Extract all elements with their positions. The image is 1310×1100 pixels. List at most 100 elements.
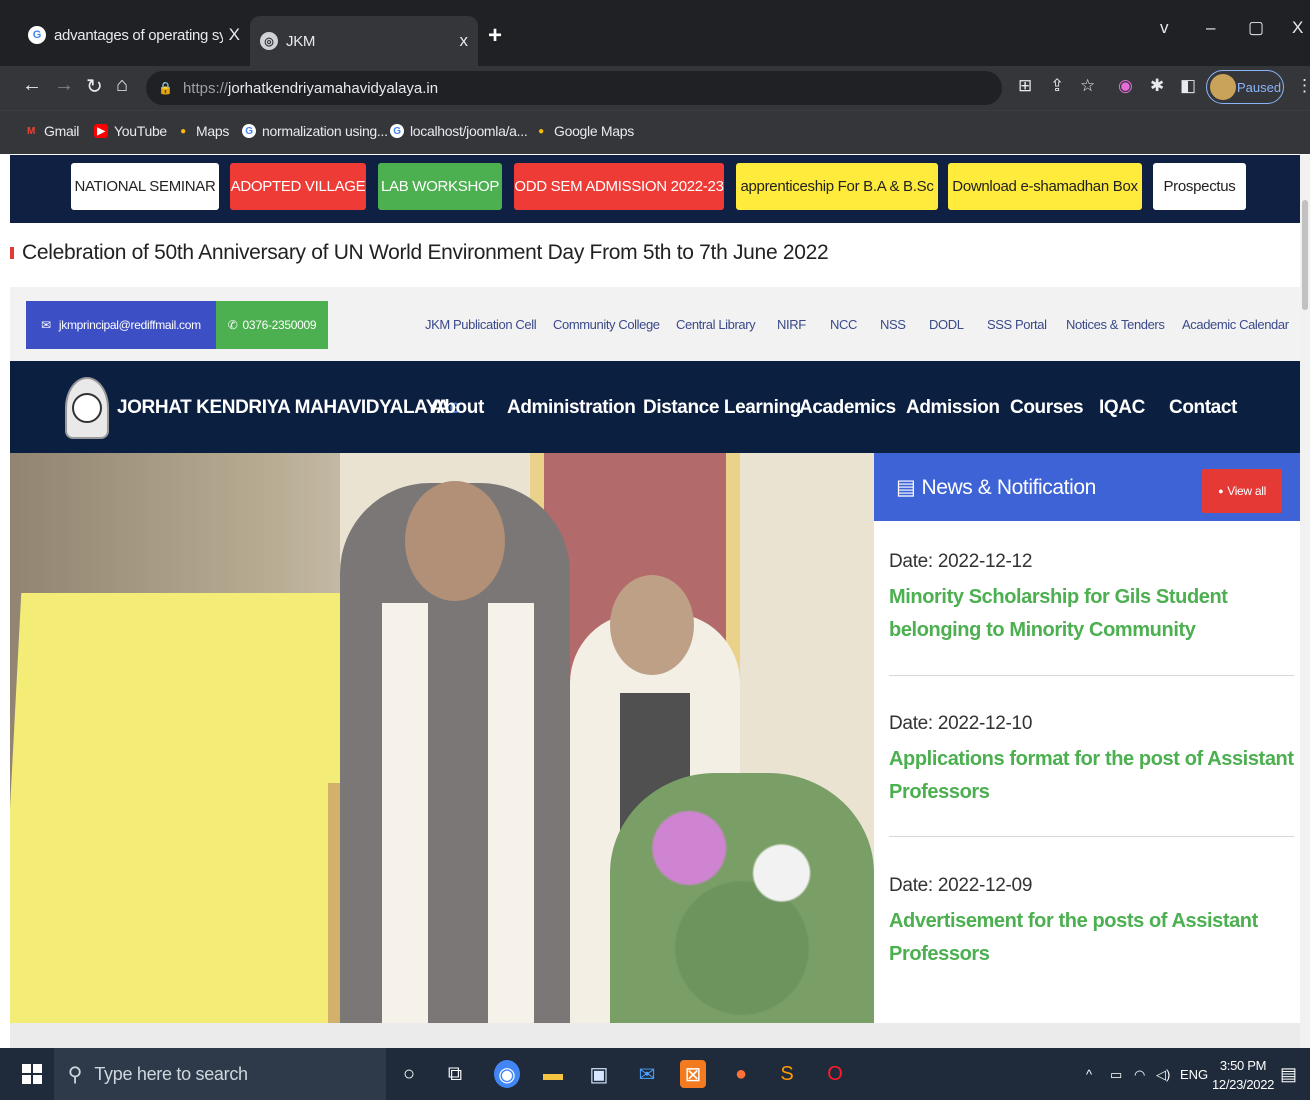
xampp-icon[interactable]: ⊠ <box>680 1060 706 1088</box>
link-central-library[interactable]: Central Library <box>676 317 756 332</box>
hero-overlay <box>10 453 874 1023</box>
profile-button[interactable]: Paused <box>1206 70 1284 104</box>
nav-administration[interactable]: Administration <box>507 397 636 419</box>
nav-iqac[interactable]: IQAC <box>1099 397 1145 419</box>
news-link[interactable]: Applications format for the post of Assi… <box>889 748 1294 803</box>
wifi-icon[interactable]: ◠ <box>1134 1067 1145 1083</box>
lock-icon: 🔒 <box>158 81 173 95</box>
translate-icon[interactable]: ⊞ <box>1018 76 1032 96</box>
tab-close-icon[interactable]: X <box>229 25 240 45</box>
bookmark-youtube[interactable]: ▶ YouTube <box>94 123 167 139</box>
opera-icon[interactable]: O <box>822 1060 848 1088</box>
national-seminar-button[interactable]: NATIONAL SEMINAR <box>71 163 219 210</box>
nav-academics[interactable]: Academics <box>799 397 896 419</box>
profile-status: Paused <box>1237 79 1282 95</box>
news-marquee: Celebration of 50th Anniversary of UN Wo… <box>10 223 1310 287</box>
close-window-button[interactable]: X <box>1292 18 1303 38</box>
menu-kebab-icon[interactable]: ⋮ <box>1296 76 1310 96</box>
news-divider <box>889 836 1294 837</box>
nav-admission[interactable]: Admission <box>906 397 1000 419</box>
nav-about[interactable]: About <box>431 397 484 419</box>
odd-sem-admission-button[interactable]: ODD SEM ADMISSION 2022-23 <box>514 163 724 210</box>
search-placeholder: Type here to search <box>94 1063 248 1084</box>
google-icon: G <box>28 26 46 44</box>
back-arrow-icon[interactable]: ← <box>22 74 42 97</box>
windows-taskbar: ⚲ Type here to search ○ ⧉ ◉ ▬ ▣ ✉ ⊠ ● S … <box>0 1048 1310 1100</box>
bookmark-google-maps[interactable]: ● Google Maps <box>534 123 634 139</box>
show-hidden-icons-icon[interactable]: ^ <box>1086 1067 1092 1082</box>
minimize-button[interactable]: – <box>1206 18 1215 38</box>
nav-distance-learning[interactable]: Distance Learning <box>643 397 801 419</box>
link-academic-calendar[interactable]: Academic Calendar <box>1182 317 1289 332</box>
tab-search-icon[interactable]: v <box>1160 18 1169 38</box>
tab-close-icon[interactable]: x <box>460 31 469 51</box>
news-link[interactable]: Advertisement for the posts of Assistant… <box>889 910 1258 965</box>
college-logo[interactable] <box>65 377 109 439</box>
nav-contact[interactable]: Contact <box>1169 397 1237 419</box>
marquee-text[interactable]: Celebration of 50th Anniversary of UN Wo… <box>22 241 829 265</box>
youtube-icon: ▶ <box>94 124 108 138</box>
cortana-icon[interactable]: ○ <box>396 1060 422 1088</box>
notification-center-icon[interactable]: ▤ <box>1280 1064 1297 1085</box>
mail-icon: ✉ <box>41 318 51 332</box>
link-nirf[interactable]: NIRF <box>777 317 806 332</box>
prospectus-button[interactable]: Prospectus <box>1153 163 1246 210</box>
extensions-puzzle-icon[interactable]: ✱ <box>1150 76 1164 96</box>
battery-icon[interactable]: ▭ <box>1110 1067 1122 1083</box>
bookmark-normalization[interactable]: Gnormalization using... <box>242 123 388 139</box>
bookmark-label: localhost/joomla/a... <box>410 123 528 139</box>
mail-icon[interactable]: ✉ <box>634 1060 660 1088</box>
taskbar-clock[interactable]: 3:50 PM 12/23/2022 <box>1212 1056 1274 1094</box>
restore-button[interactable]: ▢ <box>1248 18 1264 38</box>
bookmark-label: YouTube <box>114 123 167 139</box>
bookmark-label: Gmail <box>44 123 80 139</box>
sublime-icon[interactable]: S <box>774 1060 800 1088</box>
view-all-label: View all <box>1227 484 1266 498</box>
address-bar[interactable]: 🔒 https:// jorhatkendriyamahavidyalaya.i… <box>146 71 1002 105</box>
view-all-button[interactable]: ● View all <box>1202 469 1282 513</box>
news-divider <box>889 675 1294 676</box>
news-item: Date: 2022-12-12 Minority Scholarship fo… <box>889 551 1294 647</box>
college-name[interactable]: JORHAT KENDRIYA MAHAVIDYALAYAe <box>117 397 460 419</box>
taskbar-search-input[interactable]: ⚲ Type here to search <box>54 1048 386 1100</box>
tab-operating-system[interactable]: G advantages of operating system X <box>18 14 250 56</box>
nav-courses[interactable]: Courses <box>1010 397 1084 419</box>
adopted-village-button[interactable]: ADOPTED VILLAGE <box>230 163 366 210</box>
lab-workshop-button[interactable]: LAB WORKSHOP <box>378 163 502 210</box>
store-icon[interactable]: ▣ <box>586 1060 612 1088</box>
reload-icon[interactable]: ↻ <box>86 74 103 99</box>
apprenticeship-button[interactable]: apprenticeship For B.A & B.Sc <box>736 163 938 210</box>
forward-arrow-icon[interactable]: → <box>54 74 74 97</box>
tab-jkm[interactable]: ◎ JKM x <box>250 16 478 66</box>
link-publication-cell[interactable]: JKM Publication Cell <box>425 317 537 332</box>
bookmark-localhost[interactable]: Glocalhost/joomla/a... <box>390 123 528 139</box>
windows-start-icon[interactable] <box>22 1064 42 1084</box>
volume-icon[interactable]: ◁) <box>1156 1067 1170 1083</box>
link-sss-portal[interactable]: SSS Portal <box>987 317 1047 332</box>
side-panel-icon[interactable]: ◧ <box>1180 76 1196 96</box>
link-community-college[interactable]: Community College <box>553 317 660 332</box>
bookmark-gmail[interactable]: M Gmail <box>24 123 79 139</box>
link-nss[interactable]: NSS <box>880 317 906 332</box>
news-date: Date: 2022-12-10 <box>889 713 1033 734</box>
share-icon[interactable]: ⇪ <box>1050 76 1064 96</box>
link-notices-tenders[interactable]: Notices & Tenders <box>1066 317 1165 332</box>
scrollbar-thumb[interactable] <box>1302 200 1308 310</box>
chrome-icon[interactable]: ◉ <box>494 1060 520 1088</box>
link-ncc[interactable]: NCC <box>830 317 857 332</box>
download-eshamadhan-button[interactable]: Download e-shamadhan Box <box>948 163 1142 210</box>
bookmark-star-icon[interactable]: ☆ <box>1080 76 1095 96</box>
task-view-icon[interactable]: ⧉ <box>442 1060 468 1088</box>
phone-button[interactable]: ✆ 0376-2350009 <box>216 301 328 349</box>
hero-slider-image[interactable] <box>10 453 874 1023</box>
extension-icon[interactable]: ◉ <box>1118 76 1133 96</box>
language-indicator[interactable]: ENG <box>1180 1067 1208 1082</box>
new-tab-button[interactable]: + <box>488 22 502 50</box>
bookmark-maps[interactable]: ● Maps <box>176 123 229 139</box>
news-link[interactable]: Minority Scholarship for Gils Student be… <box>889 586 1228 641</box>
email-button[interactable]: ✉ jkmprincipal@rediffmail.com <box>26 301 216 349</box>
file-explorer-icon[interactable]: ▬ <box>540 1060 566 1088</box>
link-dodl[interactable]: DODL <box>929 317 964 332</box>
home-icon[interactable]: ⌂ <box>116 74 128 97</box>
firefox-icon[interactable]: ● <box>728 1060 754 1088</box>
